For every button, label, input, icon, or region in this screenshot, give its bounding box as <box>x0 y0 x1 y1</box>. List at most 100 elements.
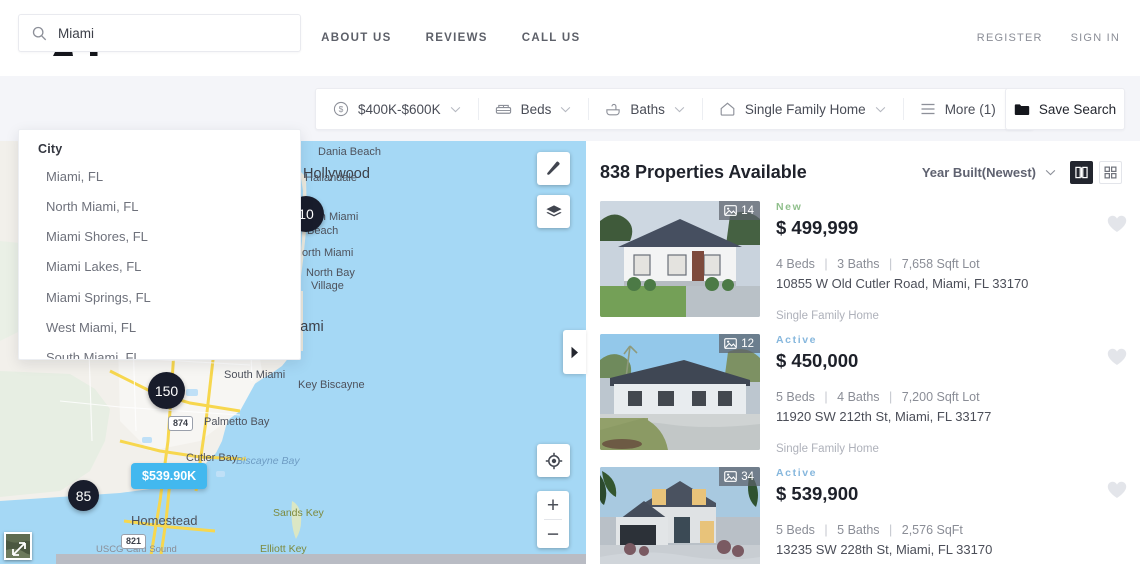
location-search-box[interactable] <box>18 14 301 52</box>
highway-shield: 874 <box>168 416 194 431</box>
search-input[interactable] <box>58 25 278 41</box>
filter-property-type[interactable]: Single Family Home <box>701 89 903 129</box>
photo-count-badge: 14 <box>719 201 760 220</box>
map-layers-button[interactable] <box>537 195 570 228</box>
photo-count-badge: 34 <box>719 467 760 486</box>
map-cluster-marker[interactable]: 150 <box>148 372 185 409</box>
highway-shield: 821 <box>121 534 147 549</box>
property-details: Active $ 539,900 5 Beds | 5 Baths | 2,57… <box>760 467 1140 564</box>
favorite-button[interactable] <box>1107 215 1127 238</box>
property-type: Single Family Home <box>776 443 879 455</box>
property-card[interactable]: 34 Active $ 539,900 5 Beds | 5 Baths | 2… <box>586 467 1140 564</box>
property-specs: 5 Beds | 5 Baths | 2,576 SqFt <box>776 523 1140 537</box>
map-fullscreen-button[interactable] <box>4 532 32 560</box>
filter-beds-label: Beds <box>520 101 552 117</box>
divider: | <box>889 523 893 537</box>
favorite-button[interactable] <box>1107 481 1127 504</box>
filter-price-label: $400K-$600K <box>358 101 441 117</box>
map-price-marker[interactable]: $539.90K <box>131 463 208 489</box>
bath-icon <box>606 103 621 115</box>
property-card[interactable]: 14 New $ 499,999 4 Beds | 3 Baths | 7,65… <box>586 201 1140 322</box>
map-cluster-marker[interactable]: 85 <box>68 480 99 511</box>
map-zoom-controls: + − <box>537 491 569 548</box>
map-layers-icon <box>545 205 562 217</box>
autocomplete-item-miami-lakes-fl[interactable]: Miami Lakes, FL <box>19 252 300 282</box>
nav-item-about-us[interactable]: ABOUT US <box>321 32 391 44</box>
autocomplete-item-miami-shores-fl[interactable]: Miami Shores, FL <box>19 222 300 252</box>
autocomplete-item-miami-springs-fl[interactable]: Miami Springs, FL <box>19 283 300 313</box>
map-panel-collapse-button[interactable] <box>563 330 586 374</box>
list-icon <box>921 103 935 115</box>
chevron-down-icon <box>1045 169 1056 176</box>
photo-icon <box>724 338 738 349</box>
property-price: $ 499,999 <box>776 217 859 238</box>
satellite-expand-icon <box>6 534 30 558</box>
filter-baths[interactable]: Baths <box>588 89 702 129</box>
autocomplete-item-south-miami-fl[interactable]: South Miami, FL <box>19 343 300 359</box>
zoom-out-button[interactable]: − <box>537 520 569 548</box>
property-photo[interactable]: 14 <box>600 201 760 317</box>
grid-view-button[interactable] <box>1099 161 1122 184</box>
view-mode-toggle <box>1070 161 1122 184</box>
property-address: 13235 SW 228th St, Miami, FL 33170 <box>776 542 993 557</box>
filter-beds[interactable]: Beds <box>477 89 589 129</box>
property-address: 11920 SW 212th St, Miami, FL 33177 <box>776 409 992 424</box>
autocomplete-item-north-miami-fl[interactable]: North Miami, FL <box>19 192 300 222</box>
pencil-icon <box>547 161 560 176</box>
chevron-down-icon <box>561 106 571 112</box>
map-horizontal-scrollbar[interactable] <box>56 554 586 564</box>
split-view-button[interactable] <box>1070 161 1093 184</box>
divider: | <box>889 390 893 404</box>
home-icon <box>720 102 735 116</box>
property-address: 10855 W Old Cutler Road, Miami, FL 33170 <box>776 276 1029 291</box>
header-auth-actions: REGISTER SIGN IN <box>977 32 1120 44</box>
autocomplete-item-miami-fl[interactable]: Miami, FL <box>19 162 300 192</box>
chevron-right-icon <box>571 346 578 358</box>
nav-item-reviews[interactable]: REVIEWS <box>426 32 488 44</box>
register-link[interactable]: REGISTER <box>977 32 1043 44</box>
city-autocomplete-dropdown[interactable]: City Miami, FL North Miami, FL Miami Sho… <box>18 129 301 360</box>
divider: | <box>824 390 828 404</box>
property-size: 7,658 Sqft Lot <box>901 257 980 271</box>
property-specs: 4 Beds | 3 Baths | 7,658 Sqft Lot <box>776 257 1140 271</box>
status-badge: Active <box>776 334 818 346</box>
filter-baths-label: Baths <box>630 101 665 117</box>
filter-group: $ $400K-$600K Beds Baths Single Family H… <box>315 88 1034 130</box>
filter-price[interactable]: $ $400K-$600K <box>316 89 478 129</box>
property-photo[interactable]: 34 <box>600 467 760 564</box>
divider: | <box>824 257 828 271</box>
property-size: 2,576 SqFt <box>901 523 963 537</box>
filter-more-label: More (1) <box>944 101 996 117</box>
page-title: 838 Properties Available <box>600 162 807 182</box>
baths-count: 3 Baths <box>837 257 880 271</box>
sign-in-link[interactable]: SIGN IN <box>1071 32 1120 44</box>
chevron-down-icon <box>875 106 885 112</box>
property-listings-panel[interactable]: 838 Properties Available Year Built(Newe… <box>586 141 1140 564</box>
property-photo[interactable]: 12 <box>600 334 760 450</box>
property-price: $ 450,000 <box>776 350 859 371</box>
autocomplete-item-west-miami-fl[interactable]: West Miami, FL <box>19 313 300 343</box>
property-size: 7,200 Sqft Lot <box>901 390 980 404</box>
nav-item-call-us[interactable]: CALL US <box>522 32 581 44</box>
save-search-button[interactable]: Save Search <box>1005 88 1125 130</box>
map-draw-button[interactable] <box>537 152 570 185</box>
beds-count: 5 Beds <box>776 523 815 537</box>
locate-target-icon <box>545 452 562 469</box>
photo-count: 12 <box>741 337 754 350</box>
sort-dropdown[interactable]: Year Built(Newest) <box>922 165 1056 180</box>
heart-icon <box>1107 481 1127 498</box>
property-card[interactable]: 12 Active $ 450,000 5 Beds | 4 Baths | 7… <box>586 334 1140 455</box>
sort-label: Year Built(Newest) <box>921 165 1036 180</box>
photo-count: 14 <box>741 204 754 217</box>
autocomplete-group-title: City <box>38 142 63 156</box>
status-badge: New <box>776 201 803 213</box>
property-type: Single Family Home <box>776 310 879 322</box>
favorite-button[interactable] <box>1107 348 1127 371</box>
divider: | <box>824 523 828 537</box>
zoom-in-button[interactable]: + <box>537 491 569 519</box>
map-locate-button[interactable] <box>537 444 570 477</box>
real-estate-search-page: ALL IN MIAMI ABOUT US REVIEWS CALL US RE… <box>0 0 1140 564</box>
divider: | <box>889 257 893 271</box>
status-badge: Active <box>776 467 818 479</box>
svg-text:$: $ <box>339 104 344 114</box>
